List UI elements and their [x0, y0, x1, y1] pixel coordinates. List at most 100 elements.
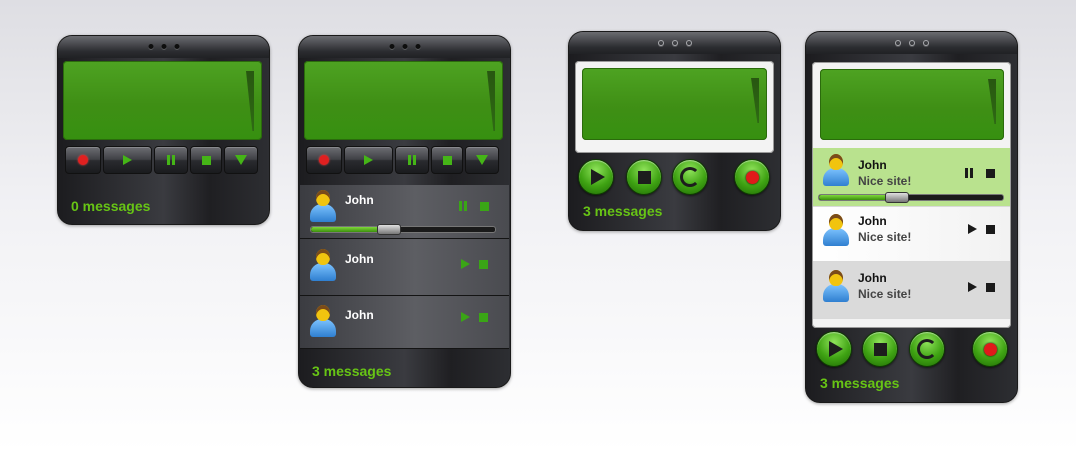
play-icon [123, 155, 132, 165]
stop-icon[interactable] [986, 282, 995, 292]
transport-controls [65, 146, 258, 174]
row-controls [968, 282, 995, 292]
play-icon [364, 155, 373, 165]
row-controls [461, 312, 488, 322]
row-controls [461, 259, 488, 269]
stop-icon[interactable] [480, 201, 489, 211]
refresh-icon [917, 339, 937, 359]
record-button[interactable] [65, 146, 101, 174]
widget-top-bar [58, 36, 269, 58]
stop-icon[interactable] [479, 312, 488, 322]
play-icon[interactable] [968, 224, 977, 234]
pause-icon [408, 155, 416, 165]
message-row[interactable]: John [300, 239, 509, 296]
stop-icon [637, 170, 651, 184]
play-icon [828, 341, 843, 357]
message-count: 3 messages [820, 375, 900, 391]
play-icon[interactable] [461, 259, 470, 269]
play-button[interactable] [578, 159, 614, 195]
record-button[interactable] [972, 331, 1008, 367]
dropdown-button[interactable] [224, 146, 258, 174]
stop-icon [201, 155, 211, 165]
widget-top-bar [299, 36, 510, 58]
dropdown-button[interactable] [465, 146, 499, 174]
progress-knob[interactable] [885, 192, 910, 203]
message-row[interactable]: John [300, 185, 509, 239]
sender-name: John [858, 271, 887, 285]
record-icon [745, 170, 759, 184]
indicator-dots [389, 44, 420, 49]
stop-icon[interactable] [479, 259, 488, 269]
message-text: Nice site! [858, 230, 912, 244]
record-button[interactable] [734, 159, 770, 195]
stop-icon[interactable] [986, 168, 995, 178]
message-row[interactable]: John [300, 296, 509, 349]
message-widget-expanded-dark: John John John 3 messages [298, 35, 511, 388]
sender-name: John [858, 214, 887, 228]
row-controls [459, 201, 489, 211]
widget-top-bar [569, 32, 780, 54]
indicator-dots [148, 44, 179, 49]
stop-button[interactable] [626, 159, 662, 195]
stop-button[interactable] [190, 146, 222, 174]
row-controls [968, 224, 995, 234]
user-avatar-icon [823, 214, 849, 246]
transport-controls [306, 146, 499, 174]
pause-icon [167, 155, 175, 165]
stop-button[interactable] [862, 331, 898, 367]
refresh-button[interactable] [672, 159, 708, 195]
sender-name: John [345, 252, 374, 266]
message-count: 3 messages [583, 203, 663, 219]
record-button[interactable] [306, 146, 342, 174]
user-avatar-icon [823, 270, 849, 302]
record-icon [78, 155, 88, 165]
user-avatar-icon [310, 190, 336, 222]
stop-icon [442, 155, 452, 165]
message-count: 0 messages [71, 198, 151, 214]
indicator-dots [657, 40, 692, 46]
sender-name: John [345, 193, 374, 207]
message-text: Nice site! [858, 287, 912, 301]
pause-button[interactable] [154, 146, 188, 174]
display-screen [304, 61, 503, 140]
display-screen [63, 61, 262, 140]
record-icon [983, 342, 997, 356]
message-text: Nice site! [858, 174, 912, 188]
pause-icon[interactable] [459, 201, 467, 211]
message-count: 3 messages [312, 363, 392, 379]
pause-button[interactable] [395, 146, 429, 174]
display-screen [582, 68, 767, 140]
play-button[interactable] [103, 146, 152, 174]
refresh-button[interactable] [909, 331, 945, 367]
sender-name: John [345, 308, 374, 322]
play-icon [590, 169, 605, 185]
stop-button[interactable] [431, 146, 463, 174]
dropdown-icon [235, 155, 247, 165]
play-button[interactable] [344, 146, 393, 174]
message-row-selected[interactable]: John Nice site! [813, 148, 1010, 207]
message-widget-expanded-light: John Nice site! John Nice site! John Nic… [805, 31, 1018, 403]
play-button[interactable] [816, 331, 852, 367]
dropdown-icon [476, 155, 488, 165]
progress-knob[interactable] [377, 224, 402, 235]
play-icon[interactable] [968, 282, 977, 292]
playback-progress[interactable] [818, 192, 1004, 203]
stop-icon [873, 342, 887, 356]
indicator-dots [894, 40, 929, 46]
playback-progress[interactable] [310, 224, 496, 235]
play-icon[interactable] [461, 312, 470, 322]
message-row[interactable]: John Nice site! [813, 207, 1010, 262]
widget-top-bar [806, 32, 1017, 54]
stop-icon[interactable] [986, 224, 995, 234]
message-widget-compact: 3 messages [568, 31, 781, 231]
user-avatar-icon [310, 305, 336, 337]
message-widget-collapsed: 0 messages [57, 35, 270, 225]
record-icon [319, 155, 329, 165]
message-row[interactable]: John Nice site! [813, 262, 1010, 319]
sender-name: John [858, 158, 887, 172]
user-avatar-icon [310, 249, 336, 281]
pause-icon[interactable] [965, 168, 973, 178]
refresh-icon [680, 167, 700, 187]
user-avatar-icon [823, 154, 849, 186]
row-controls [965, 168, 995, 178]
